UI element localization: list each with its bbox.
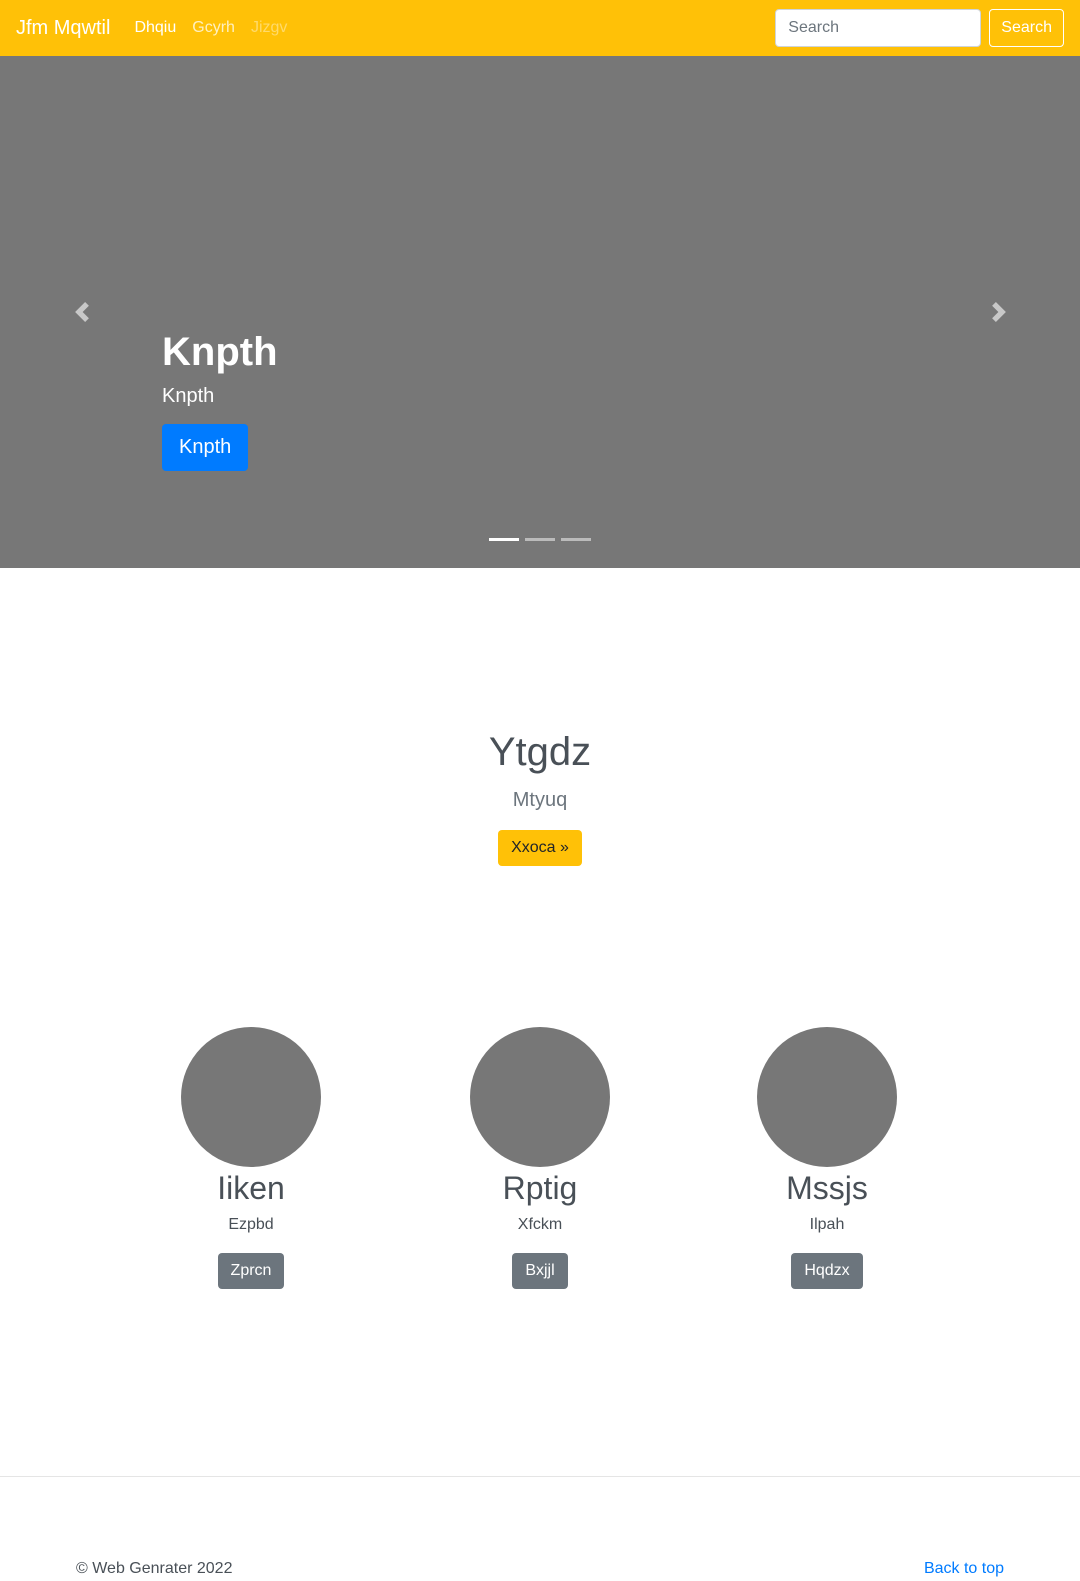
feature-image-placeholder	[181, 1027, 321, 1167]
feature-text: Ilpah	[809, 1216, 845, 1234]
feature-column: Iiken Ezpbd Zprcn	[131, 1027, 371, 1289]
jumbo-button[interactable]: Xxoca »	[498, 830, 582, 866]
feature-text: Xfckm	[517, 1216, 563, 1234]
carousel-indicator-1[interactable]	[489, 538, 519, 541]
footer-divider	[0, 1476, 1080, 1477]
search-input[interactable]	[775, 9, 982, 47]
feature-heading: Iiken	[217, 1170, 285, 1206]
carousel-indicators	[489, 538, 591, 541]
jumbo-lead: Mtyuq	[512, 789, 568, 811]
navbar: Jfm Mqwtil Dhqiu Gcyrh Jizgv Search	[0, 0, 1080, 56]
feature-button[interactable]: Zprcn	[217, 1252, 285, 1289]
feature-column: Rptig Xfckm Bxjjl	[420, 1027, 660, 1289]
carousel-indicator-3[interactable]	[561, 538, 591, 541]
nav-link-jizgv: Jizgv	[250, 19, 288, 36]
feature-columns: Iiken Ezpbd Zprcn Rptig Xfckm Bxjjl Mssj…	[0, 1027, 1080, 1297]
back-to-top-link[interactable]: Back to top	[924, 1560, 1004, 1578]
feature-button[interactable]: Hqdzx	[791, 1252, 863, 1289]
footer-copyright: © Web Genrater 2022	[76, 1560, 233, 1577]
carousel-text: Knpth	[162, 385, 215, 407]
carousel-indicator-2[interactable]	[525, 538, 555, 541]
search-button[interactable]: Search	[989, 9, 1064, 47]
feature-image-placeholder	[470, 1027, 610, 1167]
chevron-right-icon	[992, 302, 1006, 322]
feature-text: Ezpbd	[228, 1216, 274, 1234]
carousel-cta-button[interactable]: Knpth	[162, 424, 249, 471]
carousel-next-icon[interactable]	[986, 300, 1012, 326]
carousel: Knpth Knpth Knpth	[0, 56, 1080, 568]
feature-column: Mssjs Ilpah Hqdzx	[707, 1027, 947, 1289]
carousel-caption: Knpth Knpth Knpth	[162, 328, 278, 471]
chevron-left-icon	[75, 302, 89, 322]
jumbotron: Ytgdz Mtyuq Xxoca »	[0, 728, 1080, 866]
jumbo-title: Ytgdz	[488, 730, 592, 774]
carousel-prev-icon[interactable]	[69, 300, 95, 326]
feature-heading: Rptig	[502, 1170, 578, 1206]
navbar-search-form: Search	[775, 9, 1064, 47]
feature-button[interactable]: Bxjjl	[512, 1252, 568, 1289]
navbar-brand[interactable]: Jfm Mqwtil	[16, 18, 110, 38]
feature-image-placeholder	[757, 1027, 897, 1167]
carousel-title: Knpth	[162, 330, 278, 374]
nav-link-dhqiu[interactable]: Dhqiu	[134, 20, 176, 36]
nav-link-gcyrh[interactable]: Gcyrh	[192, 20, 235, 36]
feature-heading: Mssjs	[786, 1170, 868, 1206]
